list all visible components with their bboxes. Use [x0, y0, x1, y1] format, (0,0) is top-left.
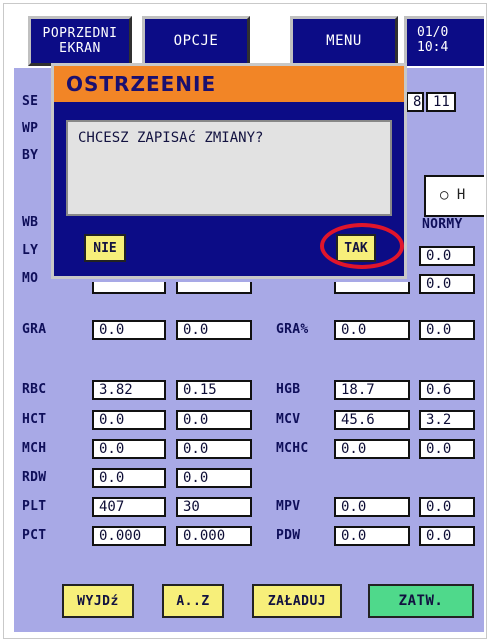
mo-error-field[interactable] — [176, 282, 252, 294]
row-value-field[interactable]: 0.0 — [92, 320, 166, 340]
mo-norm-field[interactable]: 0.0 — [419, 274, 475, 294]
label-ly: LY — [22, 243, 39, 258]
row-value-field-2[interactable]: 45.6 — [334, 410, 410, 430]
row-label-2: MCHC — [276, 441, 309, 456]
menu-button[interactable]: MENU — [290, 16, 398, 66]
field-11[interactable]: 11 — [426, 92, 456, 112]
row-error-field[interactable]: 30 — [176, 497, 252, 517]
load-button[interactable]: ZAŁADUJ — [252, 584, 342, 618]
label-wp: WP — [22, 121, 39, 136]
row-label: HCT — [22, 412, 47, 427]
row-value-field[interactable]: 0.000 — [92, 526, 166, 546]
row-label: RDW — [22, 470, 47, 485]
dialog-message: CHCESZ ZAPISAć ZMIANY? — [66, 120, 392, 216]
mo-percent-field[interactable] — [334, 282, 410, 294]
row-label: RBC — [22, 382, 47, 397]
radio-option-h[interactable]: ○ H — [424, 175, 484, 217]
row-value-field-2[interactable]: 0.0 — [334, 320, 410, 340]
row-value-field[interactable]: 0.0 — [92, 468, 166, 488]
dialog-title: OSTRZEENIE — [54, 66, 404, 102]
row-label-2: MCV — [276, 412, 301, 427]
row-error-field[interactable]: 0.0 — [176, 439, 252, 459]
row-label-2: PDW — [276, 528, 301, 543]
row-norm-field[interactable]: 0.0 — [419, 439, 475, 459]
row-label-2: MPV — [276, 499, 301, 514]
row-norm-field[interactable]: 0.0 — [419, 497, 475, 517]
row-label: MCH — [22, 441, 47, 456]
row-label-2: HGB — [276, 382, 301, 397]
exit-button[interactable]: WYJDź — [62, 584, 134, 618]
row-value-field-2[interactable]: 0.0 — [334, 497, 410, 517]
row-value-field[interactable]: 3.82 — [92, 380, 166, 400]
row-norm-field[interactable]: 3.2 — [419, 410, 475, 430]
label-wb: WB — [22, 215, 39, 230]
row-error-field[interactable]: 0.0 — [176, 320, 252, 340]
row-value-field[interactable]: 407 — [92, 497, 166, 517]
no-button[interactable]: NIE — [84, 234, 126, 262]
row-error-field[interactable]: 0.15 — [176, 380, 252, 400]
row-norm-field[interactable]: 0.0 — [419, 320, 475, 340]
row-value-field[interactable]: 0.0 — [92, 439, 166, 459]
row-value-field-2[interactable]: 0.0 — [334, 439, 410, 459]
row-value-field-2[interactable]: 18.7 — [334, 380, 410, 400]
options-button[interactable]: OPCJE — [142, 16, 250, 66]
label-se: SE — [22, 94, 39, 109]
top-nav-bar: POPRZEDNI EKRAN OPCJE MENU 01/0 10:4 — [14, 10, 484, 68]
row-label: PLT — [22, 499, 47, 514]
mo-value-field[interactable] — [92, 282, 166, 294]
highlight-circle — [320, 223, 404, 269]
prev-screen-button[interactable]: POPRZEDNI EKRAN — [28, 16, 132, 66]
row-error-field[interactable]: 0.000 — [176, 526, 252, 546]
row-label: PCT — [22, 528, 47, 543]
row-value-field[interactable]: 0.0 — [92, 410, 166, 430]
row-label-2: GRA% — [276, 322, 309, 337]
row-label: GRA — [22, 322, 47, 337]
confirm-button[interactable]: ZATW. — [368, 584, 474, 618]
row-value-field-2[interactable]: 0.0 — [334, 526, 410, 546]
row-norm-field[interactable]: 0.6 — [419, 380, 475, 400]
ly-norm-field[interactable]: 0.0 — [419, 246, 475, 266]
a-z-button[interactable]: A..Z — [162, 584, 224, 618]
label-mo: MO — [22, 271, 39, 286]
field-8[interactable]: 8 — [406, 92, 424, 112]
row-norm-field[interactable]: 0.0 — [419, 526, 475, 546]
datetime-display: 01/0 10:4 — [404, 16, 484, 66]
normy-header: NORMY — [422, 217, 463, 232]
row-error-field[interactable]: 0.0 — [176, 468, 252, 488]
row-error-field[interactable]: 0.0 — [176, 410, 252, 430]
label-by: BY — [22, 148, 39, 163]
